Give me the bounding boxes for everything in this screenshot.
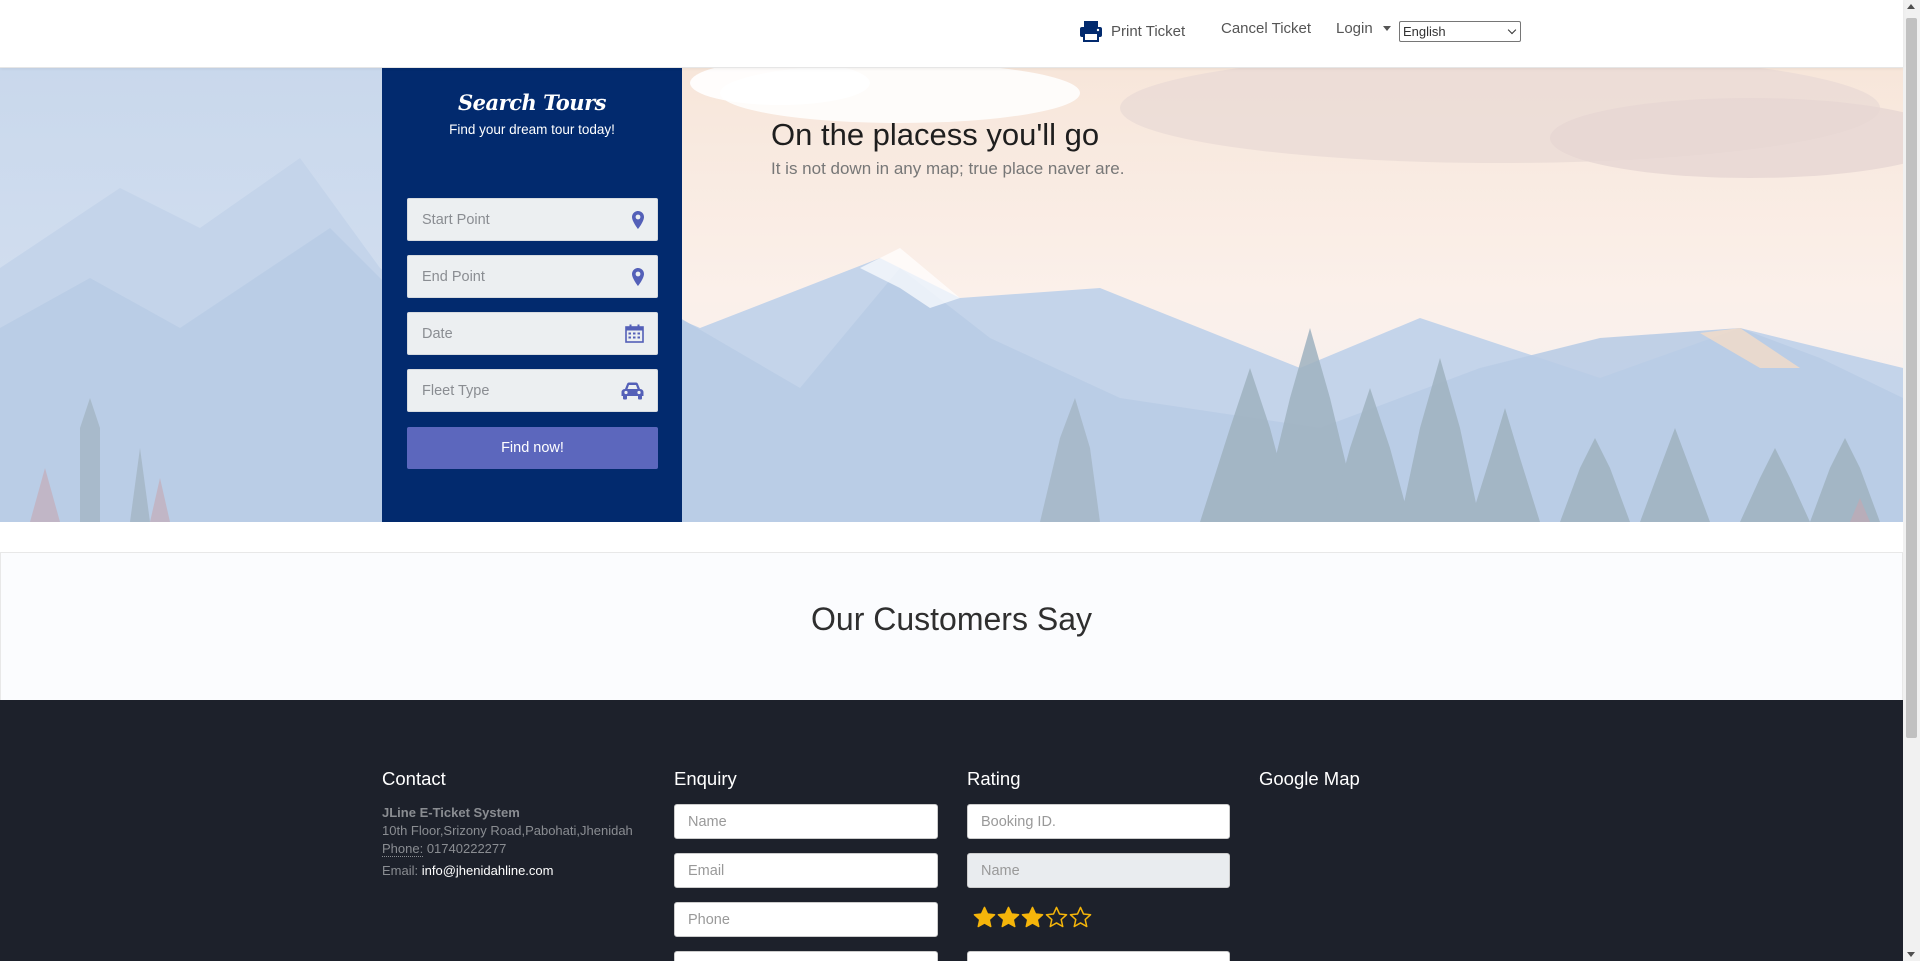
enquiry-title: Enquiry (674, 768, 737, 789)
company-email: Email: info@jhenidahline.com (382, 862, 633, 880)
language-select[interactable]: English (1399, 21, 1521, 42)
enquiry-phone-input[interactable]: Phone (674, 902, 938, 937)
date-input[interactable]: Date (407, 312, 658, 355)
cancel-ticket-link[interactable]: Cancel Ticket (1221, 20, 1311, 37)
scroll-down-arrow-icon[interactable] (1907, 952, 1915, 957)
rating-title: Rating (967, 768, 1021, 789)
calendar-icon (625, 324, 644, 343)
hero-heading: On the placess you'll go (771, 117, 1100, 152)
cancel-ticket-label: Cancel Ticket (1221, 20, 1312, 37)
enquiry-message-input[interactable] (674, 951, 938, 961)
contact-title: Contact (382, 768, 446, 789)
contact-info: JLine E-Ticket System 10th Floor,Srizony… (382, 804, 633, 880)
customer-testimonials-section: Our Customers Say (0, 552, 1903, 700)
booking-id-input[interactable]: Booking ID. (967, 804, 1230, 839)
top-navbar: Print Ticket Cancel Ticket Login English (0, 0, 1903, 68)
search-subtitle: Find your dream tour today! (449, 122, 615, 137)
scrollbar-thumb[interactable] (1906, 18, 1917, 738)
map-marker-icon (632, 210, 644, 229)
star-filled-icon[interactable] (1021, 906, 1044, 929)
star-rating[interactable] (973, 906, 1092, 929)
date-placeholder: Date (422, 325, 453, 342)
caret-down-icon (1382, 26, 1391, 31)
footer (0, 700, 1903, 961)
login-dropdown[interactable]: Login (1336, 20, 1391, 37)
chevron-down-icon (1507, 25, 1517, 34)
start-point-placeholder: Start Point (422, 211, 490, 228)
company-name: JLine E-Ticket System (382, 805, 520, 820)
rating-comment-input[interactable] (967, 951, 1230, 961)
phone-value: 01740222277 (426, 841, 507, 856)
find-now-button[interactable]: Find now! (407, 427, 658, 469)
fleet-type-placeholder: Fleet Type (422, 382, 490, 399)
customers-heading: Our Customers Say (811, 601, 1092, 637)
google-map-title: Google Map (1259, 768, 1360, 789)
start-point-input[interactable]: Start Point (407, 198, 658, 241)
star-filled-icon[interactable] (997, 906, 1020, 929)
vertical-scrollbar[interactable] (1903, 0, 1920, 961)
hero-subheading: It is not down in any map; true place na… (771, 159, 1125, 178)
phone-label: Phone: (382, 841, 424, 857)
rating-name-placeholder: Name (981, 862, 1020, 879)
end-point-placeholder: End Point (422, 268, 485, 285)
print-ticket-link[interactable]: Print Ticket (1079, 20, 1185, 42)
company-address: 10th Floor,Srizony Road,Pabohati,Jhenida… (382, 823, 633, 838)
enquiry-name-placeholder: Name (688, 813, 727, 830)
enquiry-email-input[interactable]: Email (674, 853, 938, 888)
printer-icon (1080, 21, 1102, 42)
star-filled-icon[interactable] (973, 906, 996, 929)
language-value: English (1403, 24, 1446, 39)
fleet-type-input[interactable]: Fleet Type (407, 369, 658, 412)
rating-name-input: Name (967, 853, 1230, 888)
end-point-input[interactable]: End Point (407, 255, 658, 298)
map-marker-icon (632, 267, 644, 286)
login-label: Login (1336, 20, 1373, 37)
search-title: Search Tours (458, 90, 606, 115)
print-ticket-label: Print Ticket (1111, 22, 1186, 40)
email-link[interactable]: info@jhenidahline.com (422, 863, 554, 878)
star-empty-icon[interactable] (1045, 906, 1068, 929)
enquiry-email-placeholder: Email (688, 862, 725, 879)
search-tours-panel: Search Tours Find your dream tour today!… (382, 68, 682, 522)
email-label: Email: (382, 863, 419, 878)
company-phone: Phone: 01740222277 (382, 840, 633, 858)
enquiry-phone-placeholder: Phone (688, 911, 730, 928)
car-icon (621, 382, 644, 399)
enquiry-name-input[interactable]: Name (674, 804, 938, 839)
booking-id-placeholder: Booking ID. (981, 813, 1056, 830)
star-empty-icon[interactable] (1069, 906, 1092, 929)
scroll-up-arrow-icon[interactable] (1907, 4, 1915, 9)
